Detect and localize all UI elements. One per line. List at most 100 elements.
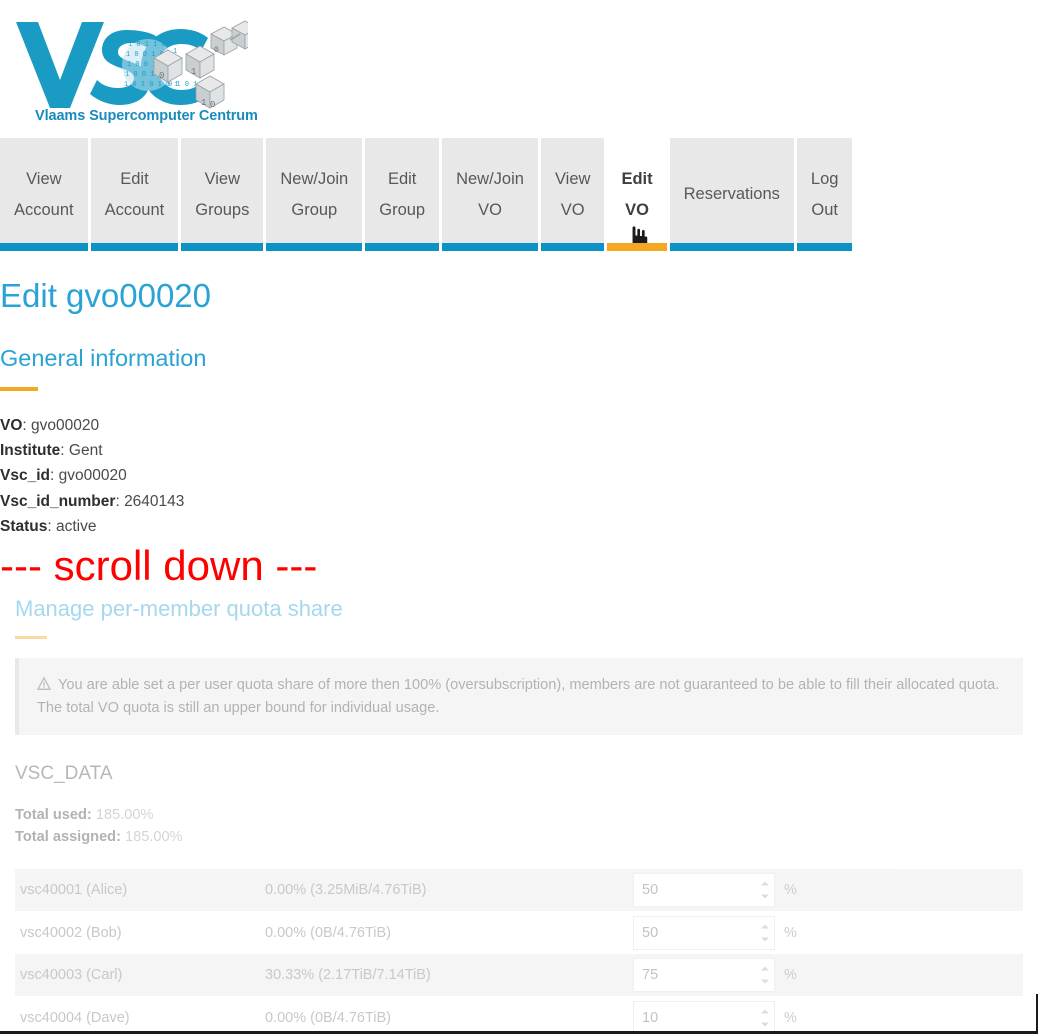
nav-tab-view-vo[interactable]: View VO bbox=[540, 138, 608, 251]
nav-tab-line1: New/Join bbox=[456, 169, 524, 188]
stepper-down-icon[interactable] bbox=[760, 1022, 769, 1027]
total-used-value: 185.00% bbox=[95, 807, 154, 824]
nav-tab-line1: Reservations bbox=[683, 185, 780, 203]
nav-tab-line1: View bbox=[26, 169, 62, 188]
share-percent-input[interactable] bbox=[633, 958, 775, 993]
vsc-logo-graphic: 1 0 1 1 0 1 0 0 1 0 1 1 0 0 1 0 1 0 0 1 … bbox=[16, 20, 248, 110]
total-assigned-label: Total assigned: bbox=[15, 829, 121, 846]
share-input-wrapper bbox=[633, 958, 775, 993]
member-name: vsc40004 (Dave) bbox=[20, 1009, 130, 1026]
svg-text:1 1 0: 1 1 0 bbox=[171, 39, 192, 47]
member-name: vsc40003 (Carl) bbox=[20, 967, 123, 984]
svg-text:1 0 1 1 0: 1 0 1 1 0 bbox=[128, 41, 166, 49]
member-share-cell: % bbox=[633, 915, 1023, 950]
share-percent-input[interactable] bbox=[633, 873, 775, 908]
table-row: vsc40001 (Alice) 0.00% (3.25MiB/4.76TiB)% bbox=[15, 868, 1023, 912]
scroll-down-hint: --- scroll down --- bbox=[0, 542, 318, 590]
info-row: Vsc_id_number: 2640143 bbox=[0, 489, 1038, 514]
share-stepper[interactable] bbox=[760, 881, 769, 899]
oversubscription-warning: You are able set a per user quota share … bbox=[15, 658, 1023, 736]
share-input-wrapper bbox=[633, 873, 775, 908]
nav-tab-reservations[interactable]: Reservations bbox=[669, 138, 797, 251]
info-row: Institute: Gent bbox=[0, 438, 1038, 463]
info-value: : bbox=[115, 492, 125, 510]
member-share-cell: % bbox=[633, 958, 1023, 993]
nav-tab-view-groups[interactable]: View Groups bbox=[181, 138, 267, 251]
nav-tab-new-join-group[interactable]: New/Join Group bbox=[266, 138, 366, 251]
info-label: Status bbox=[0, 517, 48, 535]
nav-tab-line1: New/Join bbox=[280, 169, 349, 188]
svg-text:0 1 0 1: 0 1 0 1 bbox=[168, 81, 197, 89]
member-name: vsc40001 (Alice) bbox=[20, 882, 128, 899]
member-share-cell: % bbox=[633, 1000, 1023, 1034]
stepper-up-icon[interactable] bbox=[760, 924, 769, 929]
nav-tab-log-out[interactable]: Log Out bbox=[796, 138, 856, 251]
nav-tab-edit-group[interactable]: Edit Group bbox=[365, 138, 443, 251]
percent-label: % bbox=[784, 967, 797, 984]
section-heading-quota: Manage per-member quota share bbox=[15, 596, 343, 622]
nav-tab-line2: Group bbox=[379, 200, 426, 219]
section-rule bbox=[0, 387, 38, 391]
info-value: : bbox=[22, 417, 32, 434]
table-row: vsc40004 (Dave) 0.00% (0B/4.76TiB)% bbox=[15, 996, 1023, 1034]
member-share-cell: % bbox=[633, 873, 1023, 908]
nav-tab-line1: Edit bbox=[621, 169, 653, 188]
nav-tab-line2: Account bbox=[14, 200, 74, 219]
warning-triangle-icon bbox=[37, 677, 51, 690]
warning-text: You are able set a per user quota share … bbox=[37, 677, 1000, 716]
share-input-wrapper bbox=[633, 1000, 775, 1034]
section-heading-general: General information bbox=[0, 345, 207, 371]
info-label: Institute bbox=[0, 442, 61, 460]
svg-text:1: 1 bbox=[191, 67, 196, 77]
info-label: Vsc_id bbox=[0, 467, 50, 485]
nav-tab-line2: VO bbox=[560, 200, 585, 219]
stepper-up-icon[interactable] bbox=[760, 881, 769, 886]
share-stepper[interactable] bbox=[760, 924, 769, 942]
quota-section-rule bbox=[15, 636, 47, 640]
info-value: : bbox=[60, 442, 69, 460]
info-value-text: active bbox=[56, 517, 97, 535]
nav-tab-line1: Edit bbox=[120, 169, 149, 188]
nav-tab-view-account[interactable]: View Account bbox=[0, 138, 91, 251]
stepper-up-icon[interactable] bbox=[760, 966, 769, 971]
stepper-up-icon[interactable] bbox=[760, 1009, 769, 1014]
total-used-row: Total used: 185.00% bbox=[15, 804, 1038, 826]
stepper-down-icon[interactable] bbox=[760, 979, 769, 984]
member-usage: 0.00% (0B/4.76TiB) bbox=[265, 1009, 391, 1026]
table-row: vsc40002 (Bob) 0.00% (0B/4.76TiB)% bbox=[15, 911, 1023, 954]
nav-tab-edit-vo[interactable]: Edit VO bbox=[607, 138, 670, 251]
info-label: VO bbox=[0, 417, 23, 434]
info-value-text: gvo00020 bbox=[31, 417, 100, 434]
site-header: 1 0 1 1 0 1 0 0 1 0 1 1 0 0 1 0 1 0 0 1 … bbox=[0, 0, 1038, 135]
share-percent-input[interactable] bbox=[633, 1000, 775, 1034]
stepper-down-icon[interactable] bbox=[760, 894, 769, 899]
main-content: Edit gvo00020 General information VO: gv… bbox=[0, 251, 1038, 1034]
stepper-down-icon[interactable] bbox=[760, 937, 769, 942]
nav-tab-line1: Log bbox=[810, 169, 839, 188]
info-row: VO: gvo00020 bbox=[0, 413, 1038, 438]
total-used-label: Total used: bbox=[15, 807, 92, 824]
member-name: vsc40002 (Bob) bbox=[20, 924, 122, 941]
share-stepper[interactable] bbox=[760, 966, 769, 984]
member-usage: 0.00% (0B/4.76TiB) bbox=[265, 924, 391, 941]
info-value-text: gvo00020 bbox=[58, 467, 127, 485]
nav-tab-edit-account[interactable]: Edit Account bbox=[90, 138, 182, 251]
table-row: vsc40003 (Carl) 30.33% (2.17TiB/7.14TiB)% bbox=[15, 953, 1023, 997]
info-label: Vsc_id_number bbox=[0, 492, 116, 510]
quota-section: Manage per-member quota share You are ab… bbox=[0, 596, 1038, 1034]
quota-totals: Total used: 185.00% Total assigned: 185.… bbox=[15, 804, 1038, 849]
nav-tab-line2: Groups bbox=[195, 200, 250, 219]
member-quota-table: vsc40001 (Alice) 0.00% (3.25MiB/4.76TiB)%… bbox=[15, 868, 1023, 1034]
nav-tab-line2: VO bbox=[625, 200, 649, 219]
dataset-name: VSC_DATA bbox=[15, 763, 113, 785]
share-stepper[interactable] bbox=[760, 1009, 769, 1027]
nav-tab-new-join-vo[interactable]: New/Join VO bbox=[442, 138, 541, 251]
vsc-logo: 1 0 1 1 0 1 0 0 1 0 1 1 0 0 1 0 1 0 0 1 … bbox=[8, 8, 258, 128]
total-assigned-row: Total assigned: 185.00% bbox=[15, 826, 1038, 848]
share-percent-input[interactable] bbox=[633, 915, 775, 950]
percent-label: % bbox=[784, 882, 797, 899]
info-value: : bbox=[49, 467, 59, 485]
logo-caption: Vlaams Supercomputer Centrum bbox=[35, 108, 258, 124]
pointing-hand-cursor-icon bbox=[631, 225, 649, 249]
percent-label: % bbox=[784, 1009, 797, 1026]
